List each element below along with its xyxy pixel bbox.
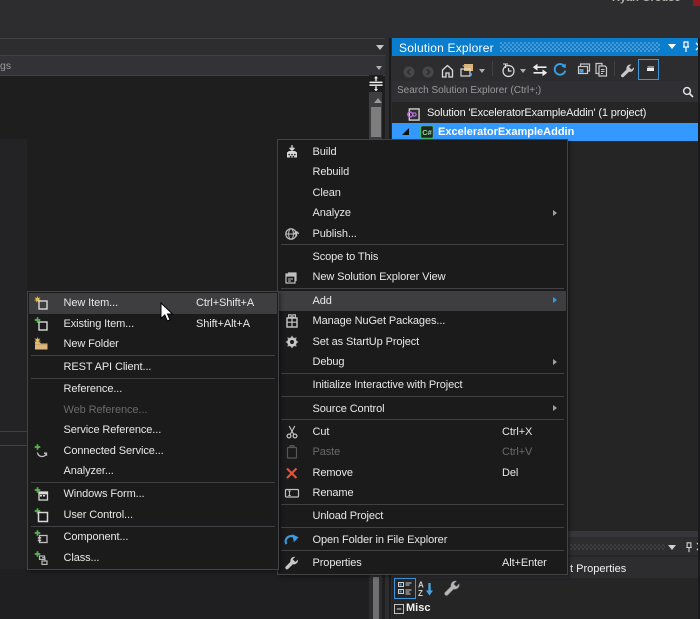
svg-text:Z: Z bbox=[418, 589, 423, 597]
svg-text:C#: C# bbox=[422, 128, 432, 137]
